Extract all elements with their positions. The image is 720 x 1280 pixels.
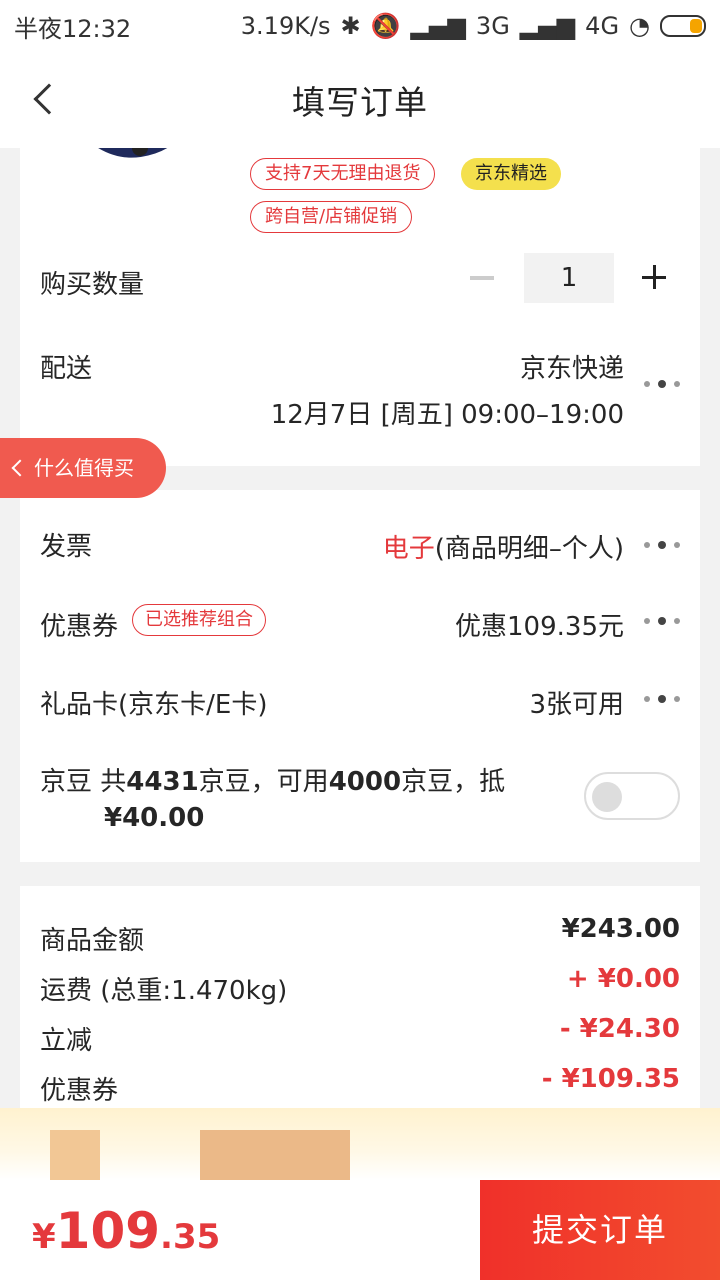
product-image[interactable] bbox=[60, 148, 200, 194]
summary-label: 运费 (总重:1.470kg) bbox=[40, 976, 288, 1006]
jingdou-text-part: 共 bbox=[100, 767, 127, 797]
summary-value: ¥243.00 bbox=[561, 914, 680, 944]
jingdou-text: 京豆 共4431京豆，可用4000京豆，抵 ¥40.00 bbox=[40, 764, 510, 836]
total-decimal: .35 bbox=[160, 1217, 221, 1257]
product-card: 支持7天无理由退货 京东精选 跨自营/店铺促销 购买数量 1 配送 京东快递 1… bbox=[20, 148, 700, 466]
status-bar: 半夜12:32 3.19K/s ✱ 🔕 ▂▄▆ 3G ▂▄▆ 4G ◔ bbox=[0, 0, 720, 52]
total-currency: ¥ bbox=[32, 1217, 56, 1257]
bottom-bar: ¥109.35 提交订单 bbox=[0, 1180, 720, 1280]
quantity-minus-button[interactable] bbox=[470, 276, 494, 280]
jingdou-total: 4431 bbox=[126, 767, 199, 797]
delivery-more-icon[interactable] bbox=[644, 379, 680, 389]
network-speed: 3.19K/s bbox=[240, 12, 331, 40]
mute-bell-icon: 🔕 bbox=[370, 12, 401, 40]
invoice-value[interactable]: 电子(商品明细–个人) bbox=[383, 528, 624, 565]
giftcard-label: 礼品卡(京东卡/E卡) bbox=[40, 690, 268, 720]
network-3g: 3G bbox=[475, 12, 510, 40]
tag-promotion: 跨自营/店铺促销 bbox=[250, 201, 413, 233]
summary-value: - ¥24.30 bbox=[559, 1014, 680, 1044]
payment-options-card: 发票 电子(商品明细–个人) 优惠券 已选推荐组合 优惠109.35元 礼品卡(… bbox=[20, 490, 700, 862]
promo-banner[interactable] bbox=[0, 1108, 720, 1180]
quantity-label: 购买数量 bbox=[40, 270, 145, 300]
bluetooth-icon: ✱ bbox=[340, 12, 361, 40]
coupon-value[interactable]: 优惠109.35元 bbox=[455, 606, 624, 643]
coupon-label: 优惠券 bbox=[40, 612, 119, 642]
toggle-knob bbox=[592, 782, 622, 812]
signal-icon: ▂▄▆ bbox=[410, 12, 466, 40]
invoice-label: 发票 bbox=[40, 532, 93, 562]
giftcard-more-icon[interactable] bbox=[644, 694, 680, 704]
back-icon[interactable] bbox=[33, 83, 65, 115]
invoice-type: 电子 bbox=[382, 534, 435, 564]
coupon-more-icon[interactable] bbox=[644, 616, 680, 626]
giftcard-value[interactable]: 3张可用 bbox=[529, 684, 624, 721]
jingdou-text-part: 京豆，抵 bbox=[401, 767, 506, 797]
summary-value: + ¥0.00 bbox=[566, 964, 680, 994]
worth-buying-button[interactable]: 什么值得买 bbox=[0, 438, 166, 498]
promo-image bbox=[200, 1130, 350, 1180]
jingdou-deduct: ¥40.00 bbox=[104, 803, 205, 833]
quantity-input[interactable]: 1 bbox=[524, 253, 614, 303]
battery-icon bbox=[660, 15, 706, 37]
summary-label: 立减 bbox=[40, 1026, 93, 1056]
price-summary-card: 商品金额 ¥243.00 运费 (总重:1.470kg) + ¥0.00 立减 … bbox=[20, 886, 700, 1108]
wifi-icon: ◔ bbox=[629, 12, 650, 40]
status-indicators: 3.19K/s ✱ 🔕 ▂▄▆ 3G ▂▄▆ 4G ◔ bbox=[241, 12, 706, 40]
summary-label: 商品金额 bbox=[40, 926, 145, 956]
delivery-label: 配送 bbox=[40, 354, 93, 384]
quantity-plus-button[interactable] bbox=[642, 265, 668, 291]
order-total: ¥109.35 bbox=[32, 1202, 220, 1260]
coupon-recommend-tag: 已选推荐组合 bbox=[132, 604, 266, 636]
submit-order-button[interactable]: 提交订单 bbox=[480, 1180, 720, 1280]
jingdou-label: 京豆 bbox=[40, 767, 93, 797]
jingdou-text-part: 京豆，可用 bbox=[198, 767, 329, 797]
order-content[interactable]: 支持7天无理由退货 京东精选 跨自营/店铺促销 购买数量 1 配送 京东快递 1… bbox=[0, 148, 720, 1108]
network-4g: 4G bbox=[585, 12, 620, 40]
summary-value: - ¥109.35 bbox=[541, 1064, 680, 1094]
invoice-detail: (商品明细–个人) bbox=[434, 534, 624, 564]
total-integer: 109 bbox=[55, 1202, 161, 1260]
jingdou-toggle[interactable] bbox=[584, 772, 680, 820]
worth-buying-label: 什么值得买 bbox=[34, 456, 134, 480]
page-title: 填写订单 bbox=[292, 83, 428, 122]
delivery-method[interactable]: 京东快递 bbox=[520, 348, 624, 385]
jingdou-usable: 4000 bbox=[328, 767, 402, 797]
status-time: 半夜12:32 bbox=[14, 14, 132, 43]
chevron-left-icon bbox=[11, 459, 29, 477]
tag-7day-return: 支持7天无理由退货 bbox=[250, 158, 436, 190]
tag-jd-selected: 京东精选 bbox=[461, 158, 561, 190]
delivery-time[interactable]: 12月7日 [周五] 09:00–19:00 bbox=[271, 394, 624, 431]
summary-label: 优惠券 bbox=[40, 1076, 119, 1106]
signal-icon-2: ▂▄▆ bbox=[519, 12, 576, 40]
invoice-more-icon[interactable] bbox=[644, 540, 680, 550]
nav-bar: 填写订单 bbox=[0, 52, 720, 148]
promo-image bbox=[50, 1130, 100, 1180]
